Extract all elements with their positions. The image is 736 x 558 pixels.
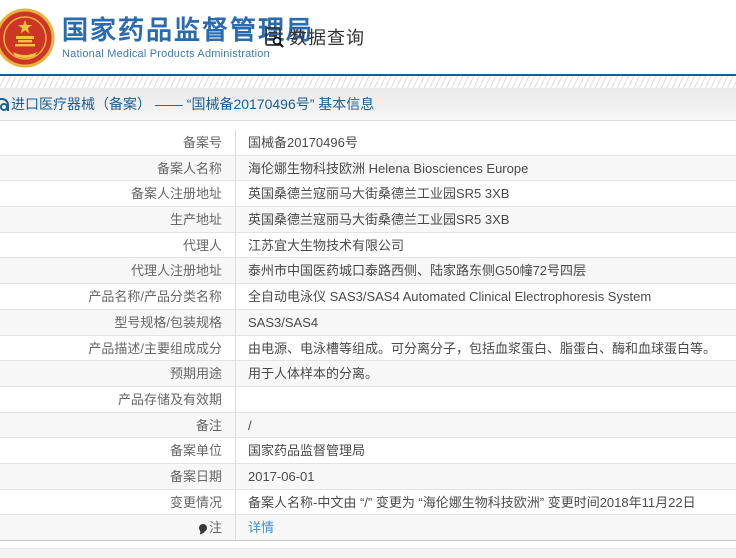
table-row: 备案人名称 海伦娜生物科技欧洲 Helena Biosciences Europe [0, 155, 736, 182]
table-row: 备注 / [0, 412, 736, 439]
row-label: 代理人 [0, 232, 236, 258]
row-label: 变更情况 [0, 489, 236, 515]
row-label: 产品存储及有效期 [0, 386, 236, 412]
info-table: 备案号 国械备20170496号 备案人名称 海伦娜生物科技欧洲 Helena Bio… [0, 130, 736, 541]
row-value: 国家药品监督管理局 [248, 443, 366, 459]
detail-link[interactable]: 详情 [248, 520, 274, 535]
breadcrumb: 进口医疗器械（备案） —— “国械备20170496号” 基本信息 [0, 94, 374, 114]
row-value [236, 387, 736, 412]
row-label: 备案人注册地址 [0, 181, 236, 207]
row-value: 详情 [236, 515, 736, 540]
row-value: 海伦娜生物科技欧洲 Helena Biosciences Europe [248, 160, 529, 176]
breadcrumb-bar: 进口医疗器械（备案） —— “国械备20170496号” 基本信息 [0, 88, 736, 121]
national-emblem-logo [0, 8, 55, 68]
site-header: 国家药品监督管理局 National Medical Products Admi… [0, 0, 736, 76]
table-row: 备案日期 2017-06-01 [0, 463, 736, 490]
spacer [0, 121, 736, 130]
data-query-label: 数据查询 [289, 28, 365, 48]
row-label: 备案单位 [0, 438, 236, 463]
breadcrumb-clipped-icon [0, 97, 9, 111]
row-value: 2017-06-01 [248, 468, 315, 484]
pin-icon [198, 524, 207, 533]
row-value: 英国桑德兰寇丽马大街桑德兰工业园SR5 3XB [248, 212, 510, 228]
table-row: 产品描述/主要组成成分 由电源、电泳槽等组成。可分离分子，包括血浆蛋白、脂蛋白、酶… [0, 335, 736, 362]
row-value: 英国桑德兰寇丽马大街桑德兰工业园SR5 3XB [248, 186, 510, 202]
table-row: 备案人注册地址 英国桑德兰寇丽马大街桑德兰工业园SR5 3XB [0, 181, 736, 208]
table-row: 型号规格/包装规格 SAS3/SAS4 [0, 309, 736, 336]
row-label: 代理人注册地址 [0, 258, 236, 284]
row-value: 由电源、电泳槽等组成。可分离分子，包括血浆蛋白、脂蛋白、酶和血球蛋白等。 [248, 340, 717, 356]
row-value: 全自动电泳仪 SAS3/SAS4 Automated Clinical Elec… [248, 289, 652, 305]
row-value: 泰州市中国医药城口泰路西侧、陆家路东侧G50幢72号四层 [248, 263, 587, 279]
table-row: 备案号 国械备20170496号 [0, 130, 736, 156]
table-row: 备案单位 国家药品监督管理局 [0, 438, 736, 464]
table-row: 变更情况 备案人名称-中文由 “/” 变更为 “海伦娜生物科技欧洲” 变更时间20… [0, 489, 736, 516]
table-row: 产品存储及有效期 [0, 386, 736, 413]
row-label: 备案人名称 [0, 155, 236, 181]
row-value: 备案人名称-中文由 “/” 变更为 “海伦娜生物科技欧洲” 变更时间2018年1… [248, 494, 696, 510]
breadcrumb-text: 进口医疗器械（备案） —— “国械备20170496号” 基本信息 [11, 96, 375, 112]
row-label: 生产地址 [0, 207, 236, 232]
table-row: 生产地址 英国桑德兰寇丽马大街桑德兰工业园SR5 3XB [0, 207, 736, 233]
table-row: 代理人 江苏宜大生物技术有限公司 [0, 232, 736, 259]
document-search-icon [265, 27, 284, 48]
row-label: 产品描述/主要组成成分 [0, 335, 236, 361]
row-label: 备案号 [0, 130, 236, 155]
table-row: 预期用途 用于人体样本的分离。 [0, 361, 736, 387]
row-value: / [248, 417, 252, 433]
table-row: 注详情 [0, 515, 736, 541]
row-label: 备注 [0, 412, 236, 438]
table-row: 代理人注册地址 泰州市中国医药城口泰路西侧、陆家路东侧G50幢72号四层 [0, 258, 736, 285]
footer-strip [0, 548, 736, 558]
hatch-divider [0, 76, 736, 88]
row-label: 产品名称/产品分类名称 [0, 284, 236, 309]
row-label: 备案日期 [0, 463, 236, 489]
row-value: 用于人体样本的分离。 [248, 366, 379, 382]
data-query[interactable]: 数据查询 [263, 24, 365, 50]
row-label: 型号规格/包装规格 [0, 309, 236, 335]
row-value: SAS3/SAS4 [248, 314, 319, 330]
row-label: 预期用途 [0, 361, 236, 386]
table-row: 产品名称/产品分类名称 全自动电泳仪 SAS3/SAS4 Automated Cl… [0, 284, 736, 310]
row-label: 注 [0, 515, 236, 540]
row-value: 国械备20170496号 [248, 135, 358, 150]
row-value: 江苏宜大生物技术有限公司 [248, 237, 405, 253]
